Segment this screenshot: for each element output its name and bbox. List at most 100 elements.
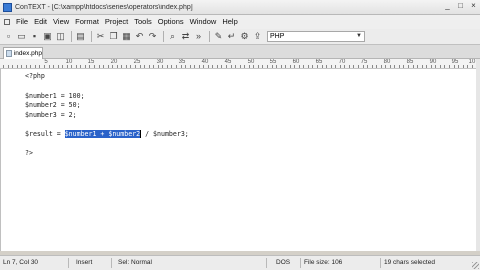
ruler-tick [435,65,437,68]
ruler-tick [307,65,309,68]
minimize-button[interactable]: _ [443,1,452,10]
ruler-tick [321,65,323,68]
ruler-tick [75,65,77,68]
ruler-tick [153,65,155,68]
menu-window[interactable]: Window [187,15,220,29]
code-line-3: $number1 = 100; [25,92,85,100]
document-menu-icon[interactable] [4,19,10,25]
wrap-icon[interactable]: ↵ [226,31,237,42]
ruler-tick [467,65,469,68]
code-line-9: ?> [25,149,33,157]
search-next-icon[interactable]: » [193,31,204,42]
menu-bar: File Edit View Format Project Tools Opti… [0,15,480,29]
ruler-tick [271,65,273,68]
syntax-select[interactable]: PHP ▼ [267,31,365,42]
ruler-tick [462,65,464,68]
print-icon[interactable]: ▤ [75,31,86,42]
ruler-tick [221,65,223,68]
menu-tools[interactable]: Tools [131,15,155,29]
export-icon[interactable]: ⇪ [252,31,263,42]
ruler-tick [394,65,396,68]
status-divider [266,258,267,268]
replace-icon[interactable]: ⇄ [180,31,191,42]
menu-format[interactable]: Format [72,15,102,29]
toolbar-separator [209,31,210,42]
toolbar-separator [71,31,72,42]
ruler-tick [71,65,73,68]
ruler-tick [262,65,264,68]
ruler-tick [448,65,450,68]
resize-grip[interactable] [472,262,479,269]
ruler-tick [389,65,391,68]
ruler-tick [66,65,68,68]
toolbar-separator [163,31,164,42]
highlighter-icon[interactable]: ✎ [213,31,224,42]
ruler-tick [398,65,400,68]
window-title: ConTEXT - [C:\xampp\htdocs\series\operat… [15,3,193,11]
cut-icon[interactable]: ✂ [95,31,106,42]
menu-project[interactable]: Project [102,15,131,29]
copy-icon[interactable]: ❐ [108,31,119,42]
ruler-tick [226,65,227,68]
ruler-tick [7,65,9,68]
redo-icon[interactable]: ↷ [147,31,158,42]
vertical-scrollbar[interactable] [476,59,480,251]
undo-icon[interactable]: ↶ [134,31,145,42]
save-icon[interactable]: ▪ [29,31,40,42]
ruler-tick [380,65,382,68]
status-divider [111,258,112,268]
ruler-tick [289,65,291,68]
find-icon[interactable]: ⌕ [167,31,178,42]
status-position: Ln 7, Col 30 [3,259,39,266]
ruler-tick [344,65,346,68]
ruler-tick [25,65,27,68]
ruler-tick [348,65,350,68]
ruler-tick [130,65,132,68]
tab-index-php[interactable]: index.php [3,47,43,59]
menu-help[interactable]: Help [219,15,240,29]
ruler-tick [439,65,441,68]
ruler-tick [330,65,332,68]
save-all-icon[interactable]: ▣ [42,31,53,42]
settings-icon[interactable]: ⚙ [239,31,250,42]
menu-edit[interactable]: Edit [31,15,50,29]
ruler-tick [125,65,127,68]
ruler-tick [239,65,241,68]
ruler-tick [39,65,41,68]
menu-view[interactable]: View [50,15,72,29]
ruler-tick [248,65,250,68]
ruler-tick [280,65,282,68]
ruler-tick [189,65,191,68]
status-file-size: File size: 106 [304,259,343,266]
ruler-tick [212,65,214,68]
menu-options[interactable]: Options [155,15,187,29]
ruler-tick [48,65,50,68]
close-button[interactable]: × [469,1,478,10]
new-file-icon[interactable]: ▫ [3,31,14,42]
ruler-tick [198,65,200,68]
ruler-tick [194,65,196,68]
ruler-tick [144,65,145,68]
code-line-5: $number3 = 2; [25,111,77,119]
open-folder-icon[interactable]: ▭ [16,31,27,42]
ruler-tick [294,65,296,68]
ruler-tick [139,65,141,68]
ruler-tick [21,65,23,68]
ruler-tick [326,65,328,68]
ruler-tick [207,65,209,68]
code-text: / $number3; [141,130,189,138]
menu-file[interactable]: File [13,15,31,29]
ruler-tick [43,65,45,68]
ruler-tick [357,65,359,68]
ruler-tick [362,65,364,68]
ruler-tick [444,65,446,68]
paste-icon[interactable]: ▦ [121,31,132,42]
maximize-button[interactable]: □ [456,1,465,10]
ruler-tick [408,65,409,68]
code-line-4: $number2 = 50; [25,101,81,109]
code-editor[interactable]: <?php $number1 = 100; $number2 = 50; $nu… [0,69,476,251]
close-file-icon[interactable]: ◫ [55,31,66,42]
status-chars-selected: 19 chars selected [384,259,435,266]
code-line-1: <?php [25,72,45,80]
tab-bar: index.php [0,45,480,59]
